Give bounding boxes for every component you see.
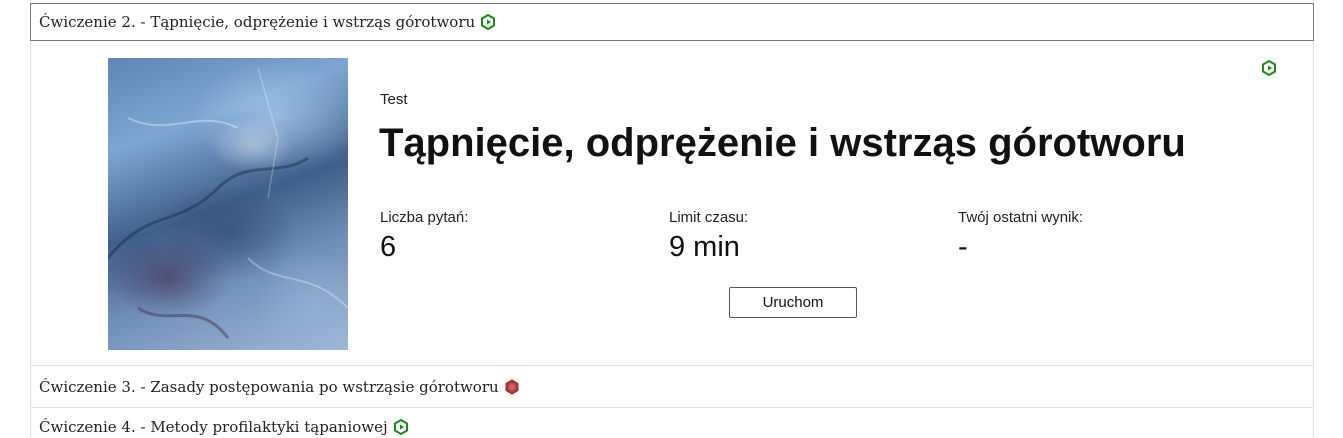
stat-time-limit: Limit czasu: 9 min	[669, 209, 748, 264]
stat-value: 9 min	[669, 231, 740, 263]
test-title: Tąpnięcie, odprężenie i wstrząs górotwor…	[379, 121, 1186, 165]
exercise-section-4: Ćwiczenie 4. - Metody profilaktyki tąpan…	[30, 408, 1314, 438]
green-hexagon-play-icon	[480, 14, 496, 30]
test-cover-image	[108, 58, 348, 350]
stat-label: Limit czasu:	[669, 209, 749, 226]
stat-label: Twój ostatni wynik:	[958, 209, 1084, 226]
exercise-3-title[interactable]: Ćwiczenie 3. - Zasady postępowania po ws…	[39, 378, 499, 396]
exercise-3-header[interactable]: Ćwiczenie 3. - Zasady postępowania po ws…	[31, 366, 1313, 407]
exercise-2-header[interactable]: Ćwiczenie 2. - Tąpnięcie, odprężenie i w…	[30, 3, 1314, 41]
stat-value: 6	[380, 231, 397, 263]
exercise-4-header[interactable]: Ćwiczenie 4. - Metody profilaktyki tąpan…	[31, 408, 1313, 438]
activity-type-label: Test	[380, 91, 408, 108]
exercise-section-3: Ćwiczenie 3. - Zasady postępowania po ws…	[30, 366, 1314, 408]
run-test-button[interactable]: Uruchom	[729, 287, 857, 318]
status-green-hexagon-icon	[1261, 59, 1277, 77]
exercise-section-2: Ćwiczenie 2. - Tąpnięcie, odprężenie i w…	[30, 3, 1314, 366]
stat-last-score: Twój ostatni wynik: -	[958, 209, 1083, 264]
exercise-2-title[interactable]: Ćwiczenie 2. - Tąpnięcie, odprężenie i w…	[39, 13, 475, 31]
green-hexagon-play-icon	[393, 419, 409, 435]
stat-value: -	[958, 231, 968, 263]
red-hexagon-icon	[504, 378, 520, 395]
stat-label: Liczba pytań:	[380, 209, 469, 226]
exercise-4-title[interactable]: Ćwiczenie 4. - Metody profilaktyki tąpan…	[39, 418, 388, 436]
stat-question-count: Liczba pytań: 6	[380, 209, 468, 264]
